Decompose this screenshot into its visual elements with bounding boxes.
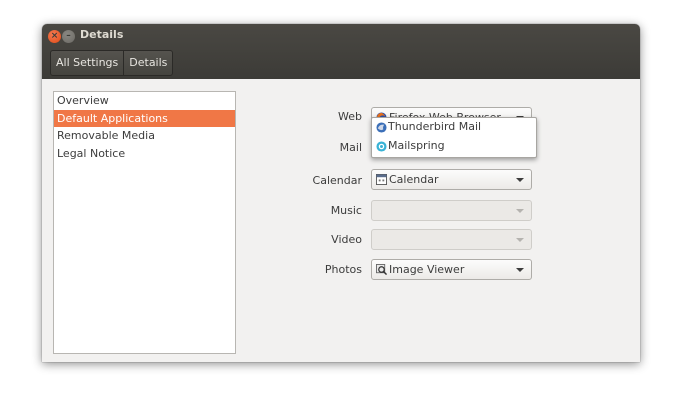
- chevron-down-icon: [516, 209, 524, 213]
- sidebar-item-removable-media[interactable]: Removable Media: [54, 127, 235, 145]
- calendar-icon: [376, 174, 387, 185]
- breadcrumb-all-settings[interactable]: All Settings: [51, 51, 123, 75]
- chevron-down-icon: [516, 268, 524, 272]
- photos-combo[interactable]: Image Viewer: [371, 259, 532, 280]
- breadcrumb-details[interactable]: Details: [123, 51, 172, 75]
- sidebar-item-legal-notice[interactable]: Legal Notice: [54, 145, 235, 163]
- mail-dropdown-menu: Thunderbird Mail Mailspring: [371, 117, 537, 158]
- thunderbird-icon: [376, 122, 387, 133]
- titlebar: × – Details All Settings Details: [42, 24, 640, 79]
- details-window: × – Details All Settings Details Overvie…: [42, 24, 640, 362]
- calendar-combo[interactable]: Calendar: [371, 169, 532, 190]
- image-viewer-icon: [376, 264, 387, 275]
- minimize-icon[interactable]: –: [62, 30, 75, 43]
- calendar-combo-value: Calendar: [389, 173, 439, 186]
- music-combo[interactable]: [371, 200, 532, 221]
- chevron-down-icon: [516, 178, 524, 182]
- sidebar-item-overview[interactable]: Overview: [54, 92, 235, 110]
- web-label: Web: [338, 110, 362, 123]
- video-label: Video: [331, 233, 362, 246]
- sidebar: Overview Default Applications Removable …: [53, 91, 236, 354]
- video-combo[interactable]: [371, 229, 532, 250]
- mail-option-mailspring-label: Mailspring: [388, 139, 445, 152]
- chevron-down-icon: [516, 238, 524, 242]
- mailspring-icon: [376, 141, 387, 152]
- mail-option-thunderbird-label: Thunderbird Mail: [388, 120, 482, 133]
- music-label: Music: [330, 204, 362, 217]
- photos-label: Photos: [324, 263, 362, 276]
- breadcrumb: All Settings Details: [50, 50, 174, 76]
- mail-option-mailspring[interactable]: Mailspring: [372, 137, 536, 156]
- mail-option-thunderbird[interactable]: Thunderbird Mail: [372, 118, 536, 137]
- window-title: Details: [80, 28, 124, 41]
- calendar-label: Calendar: [312, 174, 362, 187]
- sidebar-item-default-applications[interactable]: Default Applications: [54, 109, 235, 127]
- photos-combo-value: Image Viewer: [389, 263, 465, 276]
- close-icon[interactable]: ×: [48, 30, 61, 43]
- mail-label: Mail: [339, 141, 362, 154]
